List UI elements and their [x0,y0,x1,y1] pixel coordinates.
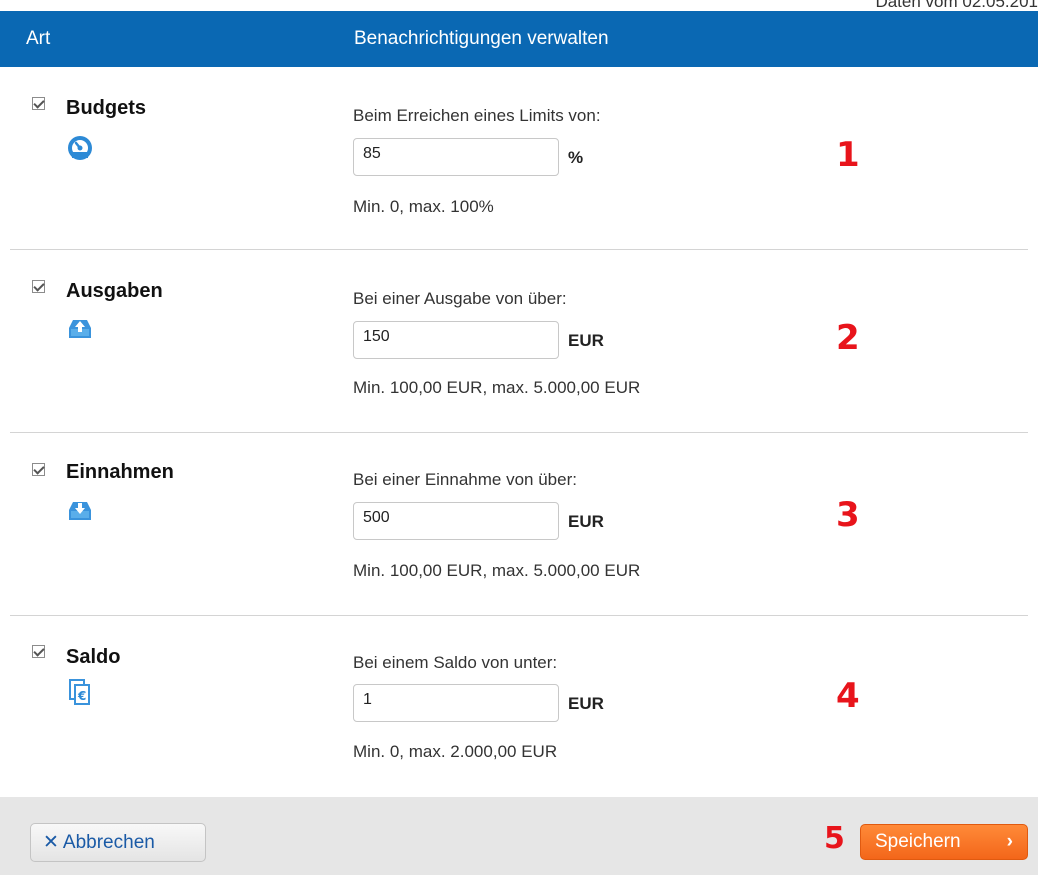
unit-label: EUR [568,694,604,713]
row-title: Budgets [66,97,146,119]
range-hint: Min. 0, max. 100% [353,197,494,216]
unit-label: EUR [568,331,604,350]
notification-row-ausgaben: Ausgaben Bei einer Ausgabe von über: 150… [0,250,1038,433]
expense-limit-input[interactable]: 150 [353,321,559,359]
income-limit-input[interactable]: 500 [353,502,559,540]
saldo-checkbox[interactable] [32,645,45,658]
svg-text:€: € [77,689,86,703]
form-footer: ✕ Abbrechen 5 Speichern › [0,797,1038,875]
chevron-right-icon: › [1006,831,1013,852]
inbox-download-icon [67,498,93,524]
budgets-checkbox[interactable] [32,97,45,110]
unit-label: EUR [568,512,604,531]
range-hint: Min. 100,00 EUR, max. 5.000,00 EUR [353,561,641,580]
cancel-label: Abbrechen [62,832,155,853]
outbox-upload-icon [67,316,93,342]
budget-limit-input[interactable]: 85 [353,138,559,176]
threshold-label: Bei einer Ausgabe von über: [353,289,567,308]
threshold-label: Bei einer Einnahme von über: [353,470,577,489]
header-manage-column: Benachrichtigungen verwalten [354,28,609,49]
table-header: Art Benachrichtigungen verwalten [0,11,1038,67]
annotation-number: 2 [836,318,860,358]
notification-row-saldo: Saldo € Bei einem Saldo von unter: 1 EUR… [0,616,1038,797]
notification-row-budgets: Budgets Beim Erreichen eines Limits von:… [0,67,1038,250]
unit-label: % [568,148,584,167]
save-button[interactable]: Speichern › [860,824,1028,860]
gauge-icon [67,135,93,161]
einnahmen-checkbox[interactable] [32,463,45,476]
close-icon: ✕ [43,832,59,853]
row-title: Einnahmen [66,461,174,483]
annotation-number: 3 [836,495,860,535]
annotation-number: 5 [824,821,845,856]
header-type-column: Art [26,28,51,49]
annotation-number: 1 [836,135,860,175]
save-label: Speichern [875,831,961,852]
ausgaben-checkbox[interactable] [32,280,45,293]
notification-row-einnahmen: Einnahmen Bei einer Einnahme von über: 5… [0,433,1038,616]
data-date-note: Daten vom 02.05.201 [875,0,1038,8]
annotation-number: 4 [836,676,860,716]
row-title: Ausgaben [66,280,163,302]
cancel-button[interactable]: ✕ Abbrechen [30,823,206,862]
threshold-label: Beim Erreichen eines Limits von: [353,106,601,125]
balance-limit-input[interactable]: 1 [353,684,559,722]
euro-balance-icon: € [69,679,95,705]
threshold-label: Bei einem Saldo von unter: [353,653,558,672]
row-title: Saldo [66,646,121,668]
range-hint: Min. 0, max. 2.000,00 EUR [353,742,558,761]
range-hint: Min. 100,00 EUR, max. 5.000,00 EUR [353,378,641,397]
